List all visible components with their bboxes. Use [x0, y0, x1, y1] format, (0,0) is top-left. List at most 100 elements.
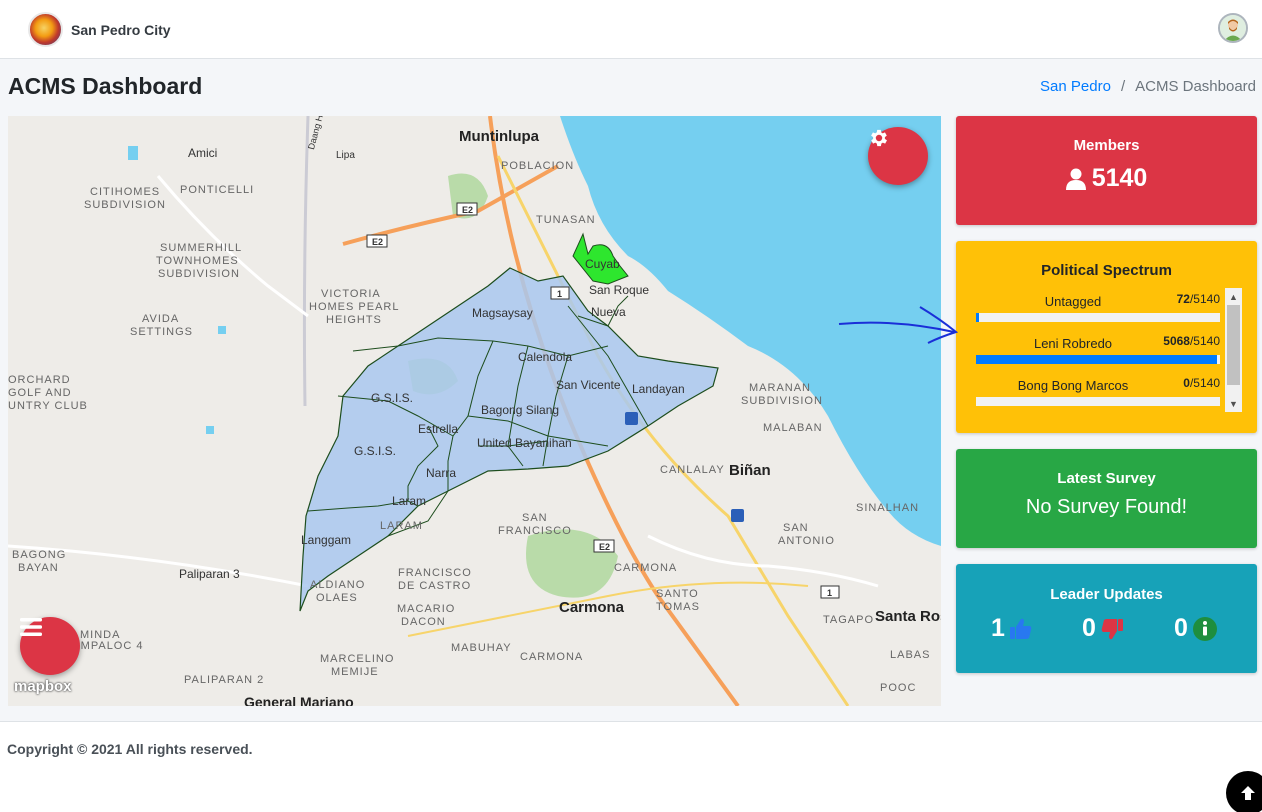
spectrum-count-value: 5068: [1163, 334, 1190, 348]
map-label: SETTINGS: [130, 326, 194, 338]
spectrum-count: 5068/5140: [1163, 334, 1220, 348]
map-label: Amici: [188, 146, 218, 160]
breadcrumb-separator: /: [1120, 78, 1126, 95]
scroll-up-arrow-icon[interactable]: ▲: [1225, 288, 1242, 305]
scroll-down-arrow-icon[interactable]: ▼: [1225, 395, 1242, 412]
spectrum-count-total: /5140: [1189, 376, 1220, 390]
members-title: Members: [1073, 137, 1140, 154]
members-count: 5140: [1091, 164, 1148, 192]
map-label: AVIDA: [142, 313, 180, 325]
spectrum-count-total: /5140: [1189, 334, 1220, 348]
map-label: GOLF AND: [8, 387, 72, 399]
map-label: ANTONIO: [778, 535, 835, 547]
map-label: Cuyab: [585, 257, 620, 271]
info-circle-icon: [1192, 616, 1217, 641]
spectrum-scrollbar[interactable]: ▲ ▼: [1225, 288, 1242, 412]
hamburger-icon: [20, 618, 42, 636]
avatar-person-icon: [1220, 15, 1246, 41]
map-label: BAYAN: [18, 562, 59, 574]
settings-button[interactable]: [868, 127, 928, 185]
spectrum-label: Bong Bong Marcos: [1017, 378, 1129, 393]
map-label: SINALHAN: [856, 502, 920, 514]
map-label: United Bayanihan: [477, 436, 572, 450]
breadcrumb: San Pedro / ACMS Dashboard: [1040, 78, 1256, 95]
spectrum-count-value: 0: [1183, 376, 1190, 390]
map-label: MARCELINO: [320, 653, 395, 665]
map-label: DACON: [401, 616, 446, 628]
map-label: HEIGHTS: [326, 314, 382, 326]
spectrum-progress-bar: [976, 397, 1220, 406]
map-label: BAGONG: [12, 549, 67, 561]
map-label: PONTICELLI: [180, 184, 255, 196]
breadcrumb-home-link[interactable]: San Pedro: [1040, 78, 1111, 95]
brand[interactable]: San Pedro City: [28, 12, 171, 47]
spectrum-progress-fill: [976, 355, 1217, 364]
map-label: Magsaysay: [472, 306, 533, 320]
spectrum-title: Political Spectrum: [1041, 262, 1172, 279]
map-label: Laram: [392, 494, 427, 508]
map-label: MARANAN: [749, 382, 812, 394]
map-label: San Vicente: [556, 378, 621, 392]
annotation-arrow: [838, 306, 959, 344]
map-label: FRANCISCO: [398, 567, 472, 579]
road-shield-label: 1: [557, 289, 563, 299]
likes-stat[interactable]: 1: [991, 614, 1033, 643]
spectrum-count: 72/5140: [1177, 292, 1220, 306]
back-to-top-button[interactable]: [1226, 771, 1262, 812]
spectrum-progress-fill: [976, 313, 980, 322]
map-label: TUNASAN: [536, 214, 596, 226]
map-label: SUBDIVISION: [741, 395, 823, 407]
spectrum-item: Untagged 72/5140: [976, 288, 1220, 330]
map-label: HOMES PEARL: [309, 301, 400, 313]
map-label: Paliparan 3: [179, 567, 240, 581]
map-label: Bagong Silang: [481, 403, 560, 417]
leader-updates-title: Leader Updates: [1050, 586, 1163, 603]
map-label: DE CASTRO: [398, 580, 472, 592]
menu-button[interactable]: [20, 617, 80, 675]
dislikes-count: 0: [1082, 614, 1096, 642]
map-label: TOWNHOMES: [156, 255, 239, 267]
user-avatar[interactable]: [1218, 13, 1248, 43]
info-stat[interactable]: 0: [1174, 614, 1218, 643]
map-label: Muntinlupa: [459, 128, 539, 145]
map-label: CITIHOMES: [90, 186, 161, 198]
dislikes-stat[interactable]: 0: [1082, 614, 1124, 643]
spectrum-list[interactable]: Untagged 72/5140 Leni Robredo 5068/5140 …: [976, 288, 1220, 414]
gear-icon: [871, 129, 887, 147]
map-label: PALIPARAN 2: [184, 674, 265, 686]
map-label: Narra: [426, 466, 457, 480]
leader-updates-card: Leader Updates 1 0 0: [956, 564, 1257, 673]
map-label: ALDIANO: [310, 579, 366, 591]
info-count: 0: [1174, 614, 1188, 642]
map-label: MABUHAY: [451, 642, 512, 654]
map-label: MEMIJE: [331, 666, 379, 678]
city-seal-logo: [28, 12, 63, 47]
map-label: Nueva: [591, 305, 626, 319]
map-label: SAN: [522, 512, 548, 524]
thumbs-down-icon: [1101, 618, 1123, 639]
map-label: UNTRY CLUB: [8, 400, 88, 412]
road-shield-label: E2: [462, 205, 474, 215]
arrow-up-icon: [1241, 786, 1255, 800]
map-label: Santa Ros: [875, 608, 941, 625]
spectrum-label: Leni Robredo: [1033, 336, 1113, 351]
political-spectrum-card: Political Spectrum Untagged 72/5140 Leni…: [956, 241, 1257, 433]
map-label: TAGAPO: [823, 614, 875, 626]
map-label: SUBDIVISION: [158, 268, 240, 280]
map-label: Landayan: [632, 382, 685, 396]
likes-count: 1: [991, 614, 1005, 642]
map-label: TOMAS: [656, 601, 700, 613]
road-shield-label: 1: [827, 588, 833, 598]
spectrum-count: 0/5140: [1183, 376, 1220, 390]
mapbox-logo-text: mapbox: [14, 678, 72, 695]
scroll-thumb[interactable]: [1227, 305, 1240, 385]
spectrum-progress-bar: [976, 313, 1220, 322]
map-label: SANTO: [656, 588, 699, 600]
map-label: G.S.I.S.: [371, 391, 414, 405]
map-label: VICTORIA: [321, 288, 381, 300]
map-label: MALABAN: [763, 422, 823, 434]
map-label: General Mariano: [244, 694, 354, 706]
map-label: SAN: [783, 522, 809, 534]
mapbox-attribution[interactable]: mapbox: [14, 678, 72, 695]
map-view[interactable]: Muntinlupa POBLACION TUNASAN Amici Lipa …: [8, 116, 941, 706]
